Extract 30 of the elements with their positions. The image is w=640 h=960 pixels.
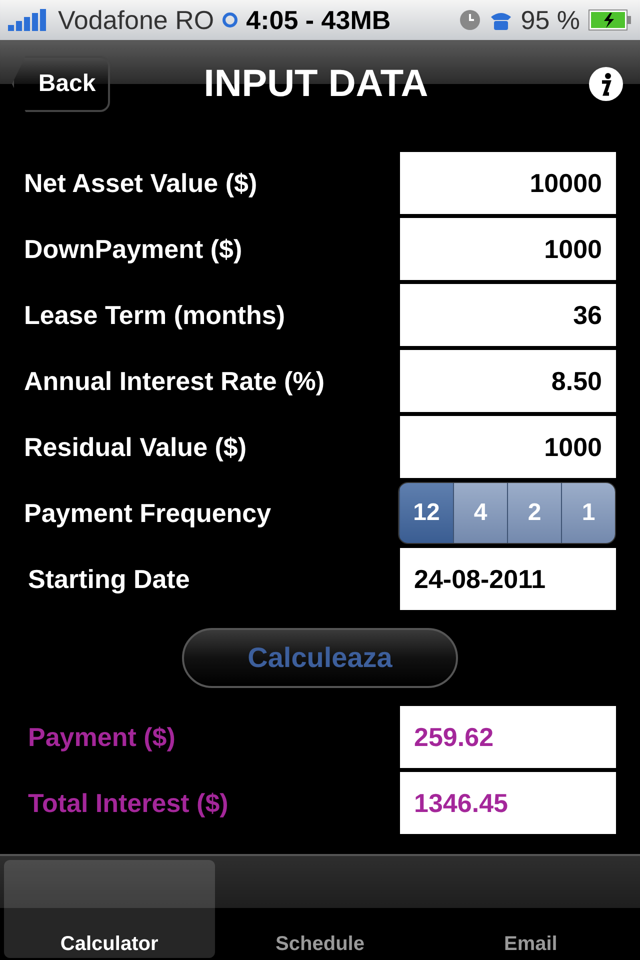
tab[interactable]: Email — [425, 860, 636, 958]
segment-option[interactable]: 12 — [399, 483, 453, 543]
battery-icon — [588, 9, 632, 31]
input-field[interactable]: 1000 — [400, 416, 616, 478]
info-icon[interactable] — [588, 66, 624, 102]
tab[interactable]: Schedule — [214, 860, 426, 958]
field-label: Residual Value ($) — [24, 432, 247, 462]
input-field[interactable]: 1000 — [400, 218, 616, 280]
battery-percent: 95 % — [520, 4, 580, 36]
result-label: Total Interest ($) — [27, 788, 228, 818]
tab[interactable]: Calculator — [4, 860, 215, 958]
field-label: Net Asset Value ($) — [24, 168, 258, 198]
field-label: DownPayment ($) — [24, 234, 242, 264]
ring-icon — [222, 12, 238, 28]
field-label: Annual Interest Rate (%) — [24, 366, 324, 396]
date-field[interactable]: 24-08-2011 — [400, 548, 616, 610]
result-label: Payment ($) — [27, 722, 176, 752]
field-label: Lease Term (months) — [24, 300, 286, 330]
field-label: Starting Date — [27, 564, 190, 594]
result-field[interactable]: 259.62 — [400, 706, 616, 768]
carrier-name: Vodafone RO — [58, 4, 214, 36]
back-button[interactable]: Back — [12, 56, 110, 112]
status-time: 4:05 - 43MB — [246, 4, 391, 36]
input-field[interactable]: 10000 — [400, 152, 616, 214]
input-field[interactable]: 36 — [400, 284, 616, 346]
screen-title: INPUT DATA — [202, 62, 430, 106]
clock-icon — [458, 9, 481, 31]
field-label: Payment Frequency — [24, 498, 272, 528]
input-field[interactable]: 8.50 — [400, 350, 616, 412]
result-field[interactable]: 1346.45 — [400, 772, 616, 834]
